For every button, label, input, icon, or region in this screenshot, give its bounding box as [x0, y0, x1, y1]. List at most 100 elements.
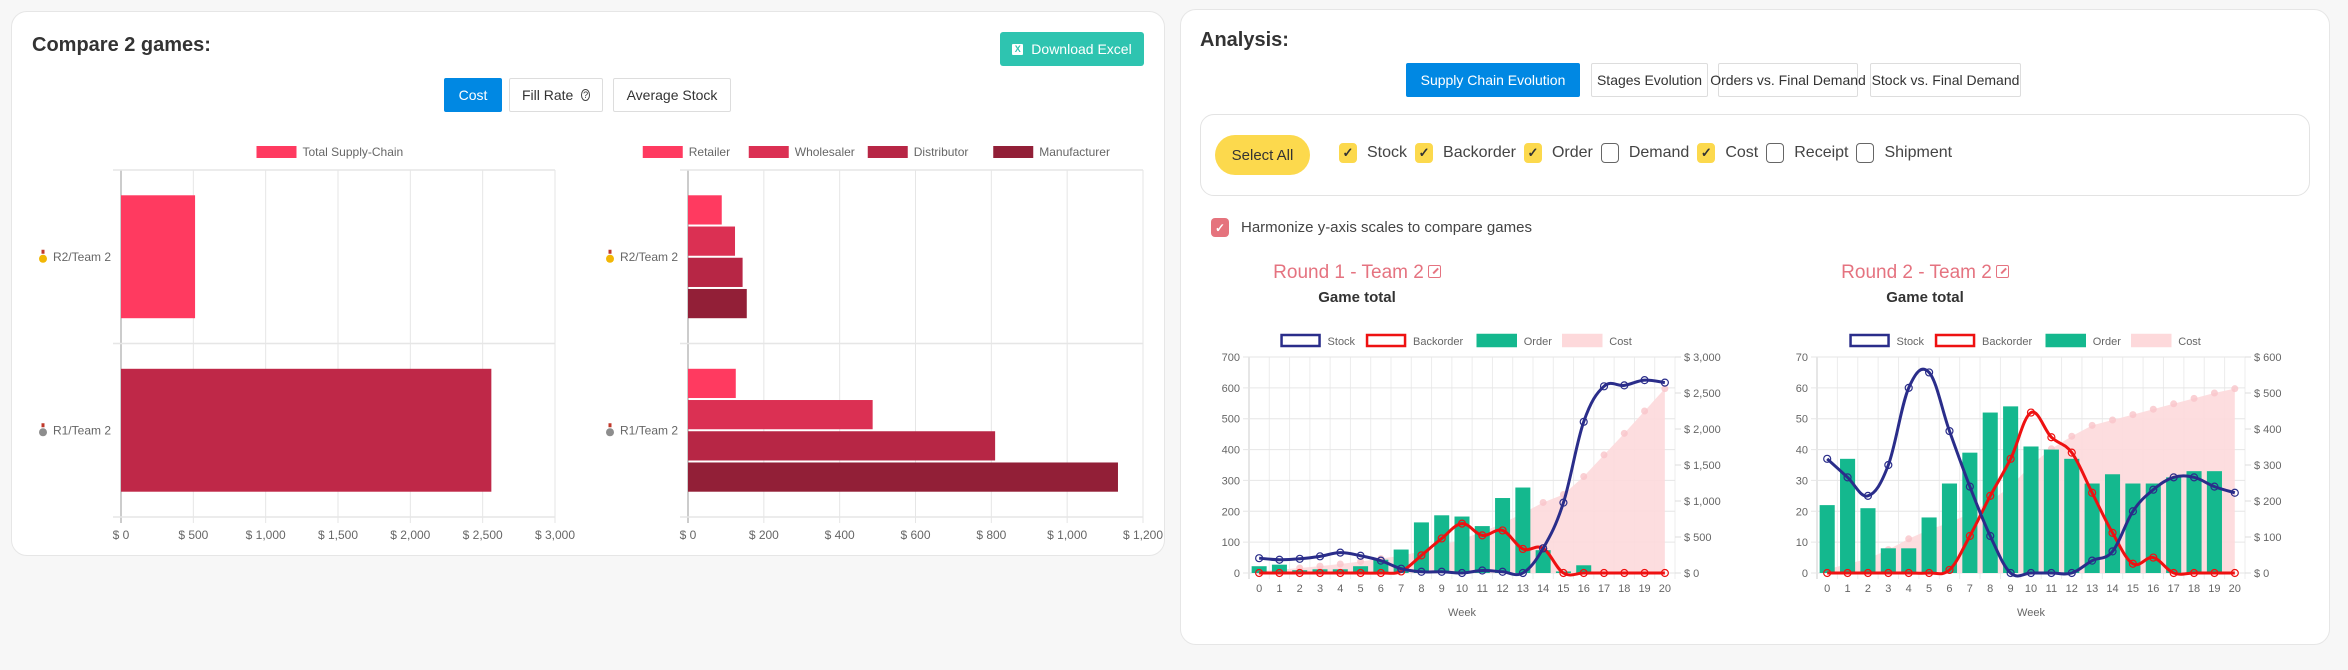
chart-legend: Stock Backorder Order Cost	[1280, 333, 1632, 348]
y2-tick-label: $ 0	[1684, 568, 1699, 580]
x-tick-label: 15	[1557, 583, 1569, 595]
x-tick-label: 1	[1276, 583, 1282, 595]
order-bar	[2023, 446, 2039, 573]
x-tick-label: 10	[2025, 583, 2037, 595]
compare-games-panel: Compare 2 games: X Download Excel Cost F…	[11, 11, 1165, 556]
category-label: R2/Team 2	[53, 250, 111, 264]
x-axis-label: Week	[2017, 607, 2045, 619]
bar-distributor	[688, 257, 743, 287]
legend-label: Backorder	[1982, 336, 2032, 348]
medal-disc	[39, 428, 47, 437]
bar-distributor	[688, 431, 996, 461]
x-tick-label: 12	[1496, 583, 1508, 595]
y-tick-label: 700	[1222, 352, 1240, 364]
y-tick-label: 10	[1796, 537, 1808, 549]
x-tick-label: 6	[1378, 583, 1384, 595]
x-tick-label: $ 2,000	[390, 528, 430, 542]
y2-tick-label: $ 0	[2254, 568, 2269, 580]
cost-point	[2129, 411, 2137, 419]
cost-point	[2170, 400, 2178, 408]
order-bar	[2064, 458, 2080, 573]
y-tick-label: 200	[1222, 506, 1240, 518]
x-tick-label: 7	[1398, 583, 1404, 595]
supply-chain-evolution-charts: 0100200300400500600700$ 0$ 500$ 1,000$ 1…	[1222, 333, 2282, 619]
legend-swatch	[256, 146, 297, 158]
medal-ribbon	[41, 249, 45, 254]
legend-swatch	[993, 146, 1034, 158]
cost-comparison-charts: $ 0 $ 500 $ 1,000 $ 1,500 $ 2,000 $ 2,500 $ 3,…	[39, 145, 1163, 542]
x-tick-label: 13	[1517, 583, 1529, 595]
stock-point	[1823, 454, 1832, 463]
x-tick-label: 3	[1885, 583, 1891, 595]
x-tick-label: 0	[1256, 583, 1262, 595]
legend-swatch-order	[1476, 333, 1517, 348]
x-tick-label: 19	[1638, 583, 1650, 595]
analysis-panel: Analysis: Supply Chain Evolution Stages …	[1180, 9, 2330, 645]
bar-manufacturer	[688, 288, 747, 319]
cost-point	[1641, 407, 1649, 415]
x-tick-label: $ 400	[825, 528, 855, 542]
cost-point	[1580, 473, 1588, 481]
cost-point	[2231, 385, 2239, 393]
category-label: R2/Team 2	[620, 250, 678, 264]
cost-point	[1336, 560, 1344, 568]
x-tick-label: 1	[1845, 583, 1851, 595]
bar-wholesaler	[688, 400, 873, 430]
x-tick-label: 19	[2208, 583, 2220, 595]
gold-medal-icon	[606, 249, 614, 263]
legend-label: Total Supply-Chain	[303, 145, 404, 159]
x-tick-label: 16	[2147, 583, 2159, 595]
silver-medal-icon	[39, 423, 47, 437]
y-tick-label: 30	[1796, 475, 1808, 487]
x-tick-label: $ 1,500	[318, 528, 358, 542]
x-tick-label: $ 1,000	[246, 528, 286, 542]
legend-swatch-stock	[1849, 333, 1890, 348]
x-tick-label: 2	[1865, 583, 1871, 595]
gold-medal-icon	[39, 249, 47, 263]
medal-ribbon	[608, 249, 612, 254]
y2-tick-label: $ 100	[2254, 532, 2282, 544]
y2-tick-label: $ 2,000	[1684, 424, 1721, 436]
legend-label: Distributor	[914, 145, 969, 159]
legend-label: Wholesaler	[795, 145, 855, 159]
cost-point	[1620, 429, 1628, 437]
legend-label: Stock	[1897, 336, 1925, 348]
x-tick-label: 11	[2046, 583, 2057, 595]
x-tick-label: 7	[1967, 583, 1973, 595]
x-tick-label: 17	[2168, 583, 2180, 595]
order-bar	[2043, 449, 2059, 573]
x-tick-label: 6	[1946, 583, 1952, 595]
x-tick-label: $ 800	[976, 528, 1006, 542]
x-tick-label: 5	[1358, 583, 1364, 595]
y-tick-label: 50	[1796, 414, 1808, 426]
cost-point	[2068, 432, 2076, 440]
y2-tick-label: $ 400	[2254, 424, 2282, 436]
legend-label: Manufacturer	[1039, 145, 1110, 159]
legend-swatch-backorder	[1365, 333, 1407, 348]
medal-ribbon	[608, 423, 612, 428]
y2-tick-label: $ 3,000	[1684, 352, 1721, 364]
x-tick-label: 12	[2066, 583, 2078, 595]
y2-tick-label: $ 1,500	[1684, 460, 1721, 472]
x-tick-label: $ 200	[749, 528, 779, 542]
category-label: R1/Team 2	[620, 423, 678, 437]
x-tick-label: $ 0	[113, 528, 130, 542]
legend-swatch	[867, 146, 908, 158]
bar-wholesaler	[688, 226, 736, 256]
y-tick-label: 0	[1234, 568, 1240, 580]
combo-chart: 0100200300400500600700$ 0$ 500$ 1,000$ 1…	[1222, 352, 1721, 619]
y2-tick-label: $ 300	[2254, 460, 2282, 472]
order-bar	[1860, 508, 1876, 573]
legend-swatch-cost	[2131, 333, 2172, 348]
x-tick-label: $ 600	[900, 528, 930, 542]
legend-label: Order	[1524, 336, 1552, 348]
x-tick-label: 2	[1297, 583, 1303, 595]
cost-point	[1905, 535, 1913, 543]
x-tick-label: 8	[1987, 583, 1993, 595]
x-tick-label: 14	[2106, 583, 2118, 595]
x-tick-label: 10	[1456, 583, 1468, 595]
x-tick-label: 18	[1618, 583, 1630, 595]
cost-point	[2210, 389, 2218, 397]
y-tick-label: 40	[1796, 445, 1808, 457]
y-tick-label: 100	[1222, 537, 1240, 549]
